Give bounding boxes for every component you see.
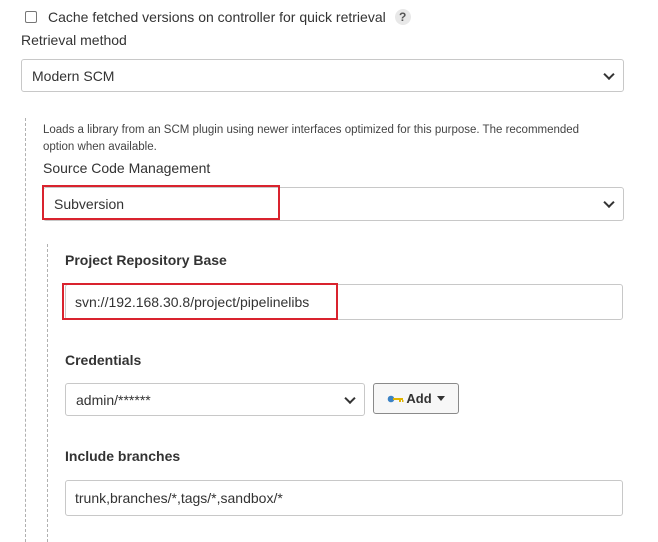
cache-checkbox-label[interactable]: Cache fetched versions on controller for… [48, 9, 386, 25]
retrieval-method-value: Modern SCM [32, 67, 115, 84]
credentials-label: Credentials [65, 352, 142, 368]
include-branches-label: Include branches [65, 448, 181, 464]
include-branches-input[interactable]: trunk,branches/*,tags/*,sandbox/* [65, 480, 623, 516]
credentials-select[interactable]: admin/****** [65, 383, 365, 416]
chevron-down-icon [344, 392, 356, 404]
add-credentials-button[interactable]: Add [373, 383, 459, 414]
library-config-panel: Cache fetched versions on controller for… [0, 0, 658, 542]
section-divider [25, 118, 26, 542]
include-branches-value: trunk,branches/*,tags/*,sandbox/* [75, 490, 283, 506]
help-icon[interactable]: ? [394, 9, 411, 25]
chevron-down-icon [603, 68, 615, 80]
highlight-box [42, 185, 280, 220]
retrieval-method-description: Loads a library from an SCM plugin using… [43, 124, 580, 153]
subsection-divider [47, 244, 48, 542]
repository-base-label: Project Repository Base [65, 252, 227, 268]
add-button-label: Add [406, 391, 432, 406]
credentials-value: admin/****** [76, 391, 151, 408]
caret-down-icon [436, 396, 445, 401]
retrieval-method-label: Retrieval method [21, 32, 127, 48]
chevron-down-icon [603, 196, 615, 209]
retrieval-method-select[interactable]: Modern SCM [21, 59, 624, 92]
key-icon [388, 395, 404, 402]
cache-checkbox[interactable] [25, 11, 37, 23]
highlight-box [62, 283, 338, 320]
scm-label: Source Code Management [43, 160, 211, 176]
cache-option-row: Cache fetched versions on controller for… [25, 9, 411, 25]
